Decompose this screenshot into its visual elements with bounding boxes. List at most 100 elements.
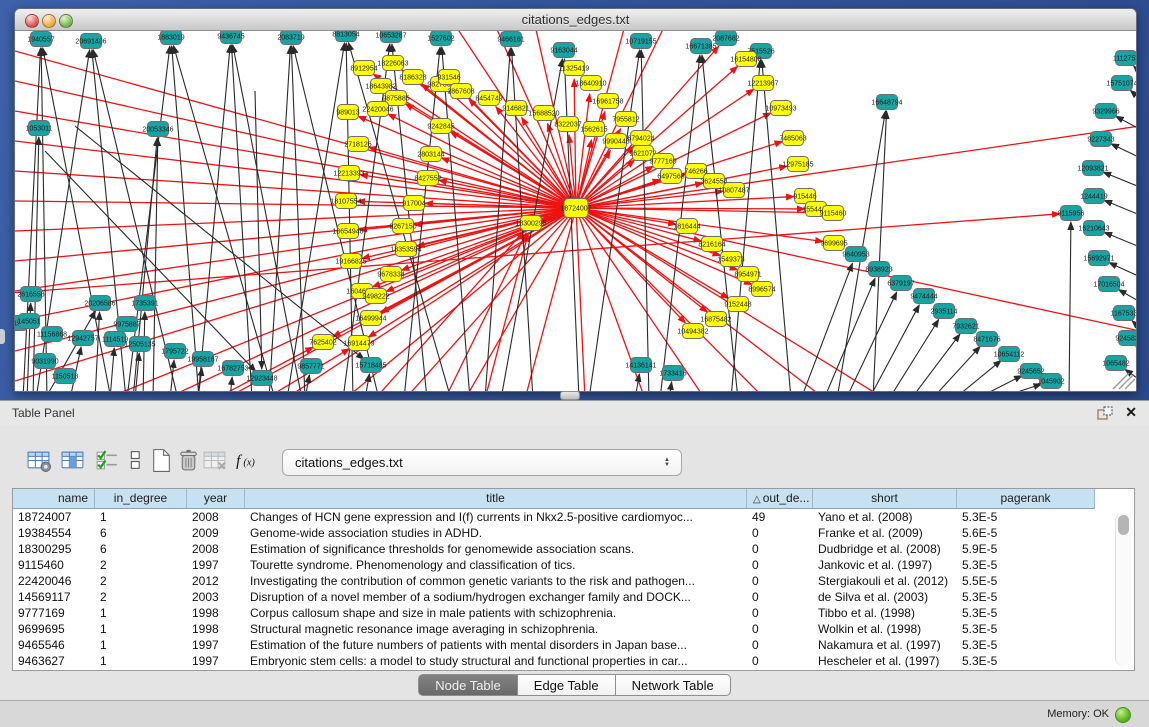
column-header-out_de[interactable]: △out_de... (747, 489, 813, 509)
graph-edge[interactable] (1111, 144, 1136, 161)
table-cell[interactable]: Tibbo et al. (1998) (813, 605, 957, 621)
table-cell[interactable]: 6 (95, 525, 187, 541)
column-header-name[interactable]: name (13, 489, 95, 509)
graph-edge[interactable] (669, 382, 672, 391)
table-cell[interactable]: Franke et al. (2009) (813, 525, 957, 541)
graph-node[interactable]: 1735391 (131, 296, 158, 311)
graph-edge[interactable] (576, 94, 590, 208)
graph-node[interactable]: 16961758 (592, 94, 623, 109)
graph-edge[interactable] (846, 292, 897, 391)
table-cell[interactable]: 0 (747, 541, 813, 557)
table-cell[interactable]: Estimation of significance thresholds fo… (245, 541, 747, 557)
graph-node[interactable]: 7485063 (779, 131, 806, 146)
table-cell[interactable]: 0 (747, 621, 813, 637)
table-columns-icon[interactable] (60, 447, 86, 473)
graph-edge[interactable] (230, 377, 232, 391)
graph-node[interactable]: 9146821 (502, 101, 529, 116)
graph-edge[interactable] (1116, 116, 1136, 133)
network-graph[interactable]: 1940557206914061883019943674520837198813… (15, 31, 1136, 391)
graph-node[interactable]: 18640910 (575, 76, 606, 91)
table-row[interactable]: 911546021997Tourette syndrome. Phenomeno… (13, 557, 1134, 573)
table-cell[interactable]: 18724007 (13, 509, 95, 525)
table-cell[interactable]: 5.3E-5 (957, 557, 1095, 573)
table-cell[interactable]: Changes of HCN gene expression and I(f) … (245, 509, 747, 525)
graph-node[interactable]: 9329966 (1092, 104, 1119, 119)
table-cell[interactable]: Estimation of the future numbers of pati… (245, 637, 747, 653)
float-window-icon[interactable] (1097, 406, 1113, 420)
graph-node[interactable]: 1733416 (659, 366, 686, 381)
table-cell[interactable]: 18300295 (13, 541, 95, 557)
table-cell[interactable]: 9465546 (13, 637, 95, 653)
table-cell[interactable]: 1 (95, 509, 187, 525)
graph-node[interactable]: 2087682 (712, 31, 739, 46)
graph-node[interactable]: 8454749 (475, 91, 502, 106)
graph-edge[interactable] (1104, 232, 1136, 250)
column-header-short[interactable]: short (813, 489, 957, 509)
graph-edge[interactable] (405, 208, 576, 391)
graph-node[interactable]: 1167533 (1111, 306, 1136, 321)
table-cell[interactable]: 1 (95, 653, 187, 669)
graph-node[interactable]: 9857771 (297, 359, 324, 374)
graph-node[interactable]: 1562615 (580, 122, 607, 137)
graph-node[interactable]: 9227343 (1087, 132, 1114, 147)
table-cell[interactable]: 49 (747, 509, 813, 525)
graph-edge[interactable] (1103, 172, 1136, 190)
graph-node[interactable]: 2718126 (344, 137, 371, 152)
table-cell[interactable]: 1997 (187, 653, 245, 669)
table-cell[interactable]: 5.3E-5 (957, 621, 1095, 637)
tab-edge-table[interactable]: Edge Table (517, 674, 615, 696)
graph-node[interactable]: 7625402 (309, 335, 336, 350)
graph-node[interactable]: 9436745 (217, 31, 244, 44)
graph-edge[interactable] (172, 46, 199, 391)
table-cell[interactable]: Jankovic et al. (1997) (813, 557, 957, 573)
graph-node[interactable]: 10653287 (375, 31, 406, 43)
table-cell[interactable]: Structural magnetic resonance image aver… (245, 621, 747, 637)
graph-node[interactable]: 8115956 (1058, 206, 1085, 221)
graph-node[interactable]: 1053011 (26, 121, 53, 136)
table-cell[interactable]: 9463627 (13, 653, 95, 669)
table-cell[interactable]: 2009 (187, 525, 245, 541)
graph-node[interactable]: 8216164 (698, 237, 725, 252)
graph-node[interactable]: 2803144 (417, 147, 444, 162)
graph-edge[interactable] (932, 346, 980, 391)
graph-node[interactable]: 1065482 (1102, 356, 1129, 371)
table-cell[interactable]: 1997 (187, 637, 245, 653)
graph-edge[interactable] (95, 312, 100, 391)
table-row[interactable]: 977716911998Corpus callosum shape and si… (13, 605, 1134, 621)
left-edge-grip[interactable] (0, 329, 5, 344)
graph-edge[interactable] (1119, 290, 1136, 306)
table-cell[interactable]: 2 (95, 573, 187, 589)
graph-edge[interactable] (1104, 200, 1136, 218)
table-cell[interactable]: 9115460 (13, 557, 95, 573)
table-cell[interactable]: Disruption of a novel member of a sodium… (245, 589, 747, 605)
select-all-check-icon[interactable] (94, 447, 120, 473)
graph-node[interactable]: 8427552 (414, 171, 441, 186)
close-panel-icon[interactable]: ✕ (1125, 404, 1137, 421)
graph-node[interactable]: 12093821 (1077, 161, 1108, 176)
graph-node[interactable]: 9115460 (820, 206, 847, 221)
graph-node[interactable]: 8186328 (399, 70, 426, 85)
graph-node[interactable]: 8938923 (865, 262, 892, 277)
graph-node[interactable]: 11156868 (37, 327, 67, 342)
table-cell[interactable]: 1 (95, 605, 187, 621)
graph-edge[interactable] (731, 60, 760, 391)
column-header-in_degree[interactable]: in_degree (95, 489, 187, 509)
graph-node[interactable]: 2867608 (447, 84, 474, 99)
rows-icon[interactable] (122, 447, 148, 473)
graph-edge[interactable] (1069, 222, 1071, 391)
table-cell[interactable]: 0 (747, 653, 813, 669)
graph-edge[interactable] (824, 278, 875, 391)
new-document-icon[interactable] (148, 447, 174, 473)
graph-node[interactable]: 8322037 (554, 117, 581, 132)
table-vertical-scrollbar[interactable] (1115, 513, 1131, 666)
graph-node[interactable]: 18724007 (560, 199, 591, 218)
graph-node[interactable]: 1045902 (1037, 374, 1064, 389)
tab-network-table[interactable]: Network Table (615, 674, 731, 696)
table-cell[interactable]: 2008 (187, 541, 245, 557)
table-row[interactable]: 1872400712008Changes of HCN gene express… (13, 509, 1134, 525)
table-row[interactable]: 1830029562008Estimation of significance … (13, 541, 1134, 557)
graph-node[interactable]: 1940557 (27, 32, 54, 47)
graph-node[interactable]: 1150518 (52, 369, 79, 384)
table-cell[interactable]: 0 (747, 605, 813, 621)
graph-node[interactable]: 1549373 (717, 252, 744, 267)
